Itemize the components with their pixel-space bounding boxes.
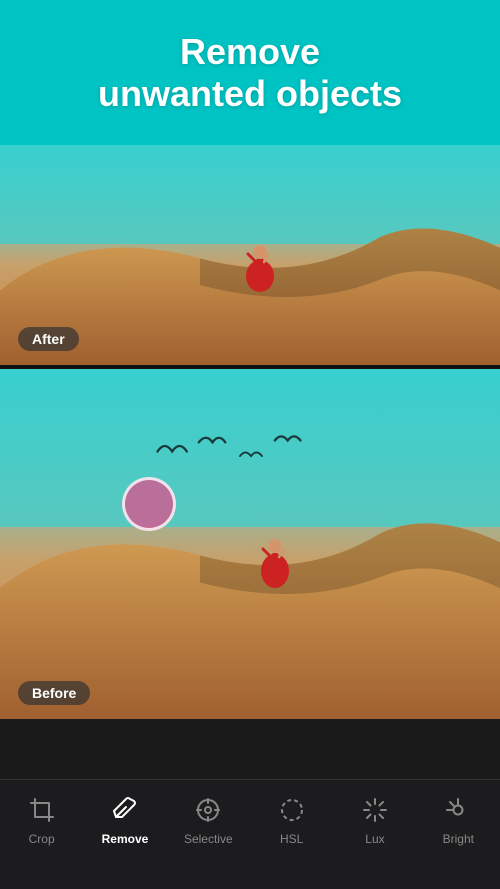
bright-icon — [444, 796, 472, 824]
after-label: After — [18, 327, 79, 351]
lux-label: Lux — [365, 832, 384, 846]
crop-label: Crop — [29, 832, 55, 846]
toolbar: Crop Remove Selective — [0, 779, 500, 889]
before-image-bg: Before — [0, 369, 500, 719]
header-section: Remove unwanted objects — [0, 0, 500, 145]
selective-icon — [194, 796, 222, 824]
tool-crop[interactable]: Crop — [12, 796, 72, 846]
header-title-line2: unwanted objects — [98, 73, 402, 114]
figure-after — [240, 238, 280, 293]
tool-selective[interactable]: Selective — [178, 796, 238, 846]
lux-icon — [361, 796, 389, 824]
before-image-section: Before — [0, 369, 500, 719]
brush-circle — [122, 477, 176, 531]
header-title: Remove unwanted objects — [98, 31, 402, 114]
crop-icon — [28, 796, 56, 824]
birds-svg — [145, 424, 335, 479]
tool-hsl[interactable]: HSL — [262, 796, 322, 846]
before-label: Before — [18, 681, 90, 705]
bright-label: Bright — [443, 832, 474, 846]
tool-bright[interactable]: Bright — [428, 796, 488, 846]
section-divider — [0, 365, 500, 369]
hsl-icon — [278, 796, 306, 824]
tool-remove[interactable]: Remove — [95, 796, 155, 846]
selective-label: Selective — [184, 832, 233, 846]
hsl-label: HSL — [280, 832, 303, 846]
header-title-line1: Remove — [180, 31, 320, 72]
figure-before — [255, 531, 295, 589]
tool-lux[interactable]: Lux — [345, 796, 405, 846]
remove-label: Remove — [102, 832, 149, 846]
after-image-bg: After — [0, 145, 500, 365]
remove-icon — [111, 796, 139, 824]
after-image-section: After — [0, 145, 500, 365]
